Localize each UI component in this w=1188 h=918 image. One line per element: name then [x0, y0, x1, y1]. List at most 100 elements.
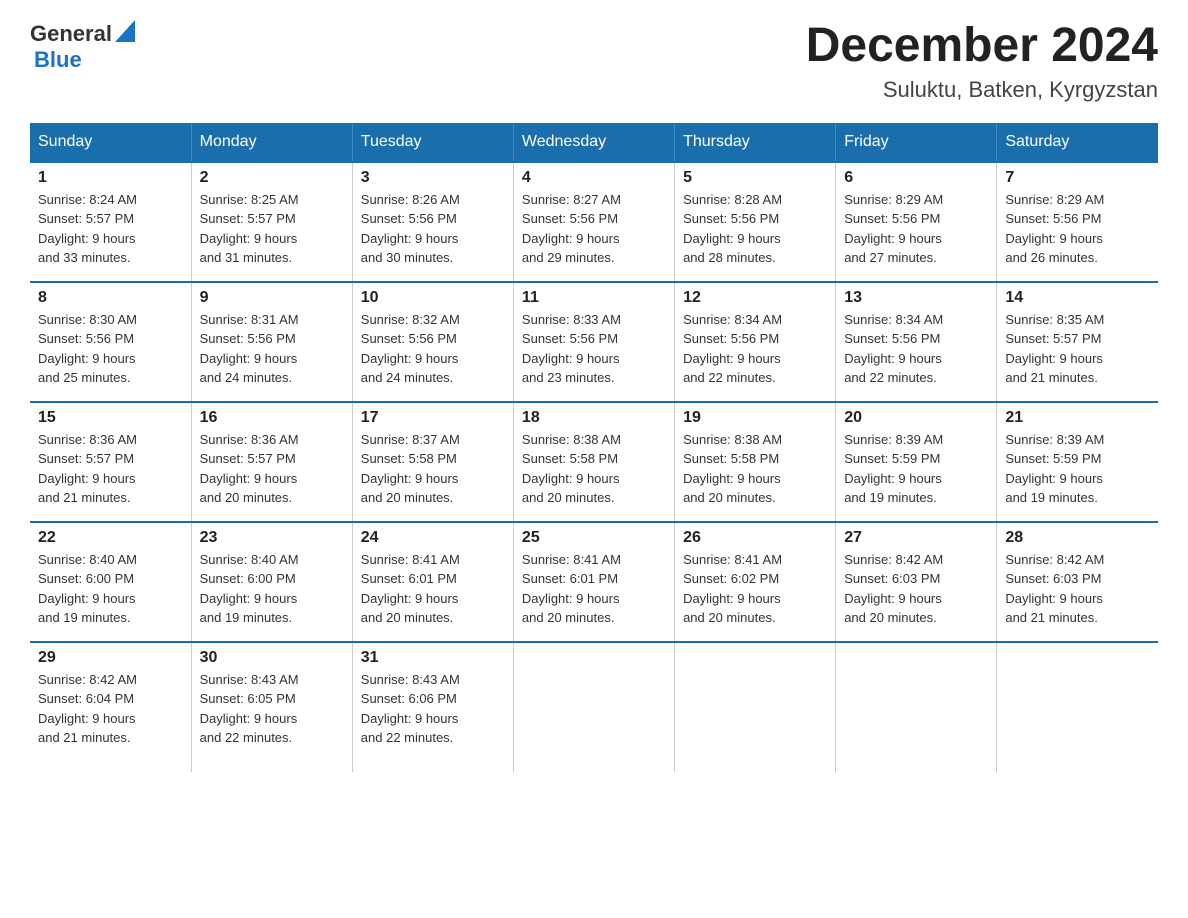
calendar-day-cell: 28 Sunrise: 8:42 AMSunset: 6:03 PMDayligh…	[997, 522, 1158, 642]
day-number: 2	[200, 169, 344, 187]
day-number: 29	[38, 649, 183, 667]
day-number: 12	[683, 289, 827, 307]
day-info: Sunrise: 8:43 AMSunset: 6:05 PMDaylight:…	[200, 670, 344, 748]
day-info: Sunrise: 8:31 AMSunset: 5:56 PMDaylight:…	[200, 310, 344, 388]
calendar-day-cell	[513, 642, 674, 772]
calendar-week-row: 29Sunrise: 8:42 AMSunset: 6:04 PMDayligh…	[30, 642, 1158, 772]
day-info: Sunrise: 8:33 AMSunset: 5:56 PMDaylight:…	[522, 310, 666, 388]
calendar-day-cell	[836, 642, 997, 772]
day-info: Sunrise: 8:36 AMSunset: 5:57 PMDaylight:…	[200, 430, 344, 508]
day-number: 10	[361, 289, 505, 307]
day-number: 13	[844, 289, 988, 307]
day-info: Sunrise: 8:41 AMSunset: 6:02 PMDaylight:…	[683, 550, 827, 628]
logo-general: General	[30, 21, 112, 47]
day-number: 30	[200, 649, 344, 667]
calendar-day-cell: 27Sunrise: 8:42 AMSunset: 6:03 PMDayligh…	[836, 522, 997, 642]
calendar-day-cell: 2Sunrise: 8:25 AMSunset: 5:57 PMDaylight…	[191, 162, 352, 282]
day-number: 16	[200, 409, 344, 427]
day-number: 25	[522, 529, 666, 547]
weekday-header-sunday: Sunday	[30, 123, 191, 162]
day-number: 4	[522, 169, 666, 187]
day-info: Sunrise: 8:41 AMSunset: 6:01 PMDaylight:…	[361, 550, 505, 628]
calendar-week-row: 8 Sunrise: 8:30 AMSunset: 5:56 PMDaylight…	[30, 282, 1158, 402]
calendar-day-cell: 21Sunrise: 8:39 AMSunset: 5:59 PMDayligh…	[997, 402, 1158, 522]
calendar-week-row: 22 Sunrise: 8:40 AMSunset: 6:00 PMDayligh…	[30, 522, 1158, 642]
day-number: 3	[361, 169, 505, 187]
calendar-table: SundayMondayTuesdayWednesdayThursdayFrid…	[30, 123, 1158, 772]
calendar-day-cell: 23 Sunrise: 8:40 AMSunset: 6:00 PMDayligh…	[191, 522, 352, 642]
calendar-day-cell	[675, 642, 836, 772]
day-number: 23	[200, 529, 344, 547]
calendar-day-cell: 8 Sunrise: 8:30 AMSunset: 5:56 PMDaylight…	[30, 282, 191, 402]
weekday-header-friday: Friday	[836, 123, 997, 162]
calendar-day-cell: 9 Sunrise: 8:31 AMSunset: 5:56 PMDaylight…	[191, 282, 352, 402]
day-number: 20	[844, 409, 988, 427]
calendar-day-cell: 1Sunrise: 8:24 AMSunset: 5:57 PMDaylight…	[30, 162, 191, 282]
weekday-header-thursday: Thursday	[675, 123, 836, 162]
calendar-day-cell: 7Sunrise: 8:29 AMSunset: 5:56 PMDaylight…	[997, 162, 1158, 282]
day-number: 24	[361, 529, 505, 547]
calendar-day-cell: 24 Sunrise: 8:41 AMSunset: 6:01 PMDayligh…	[352, 522, 513, 642]
calendar-day-cell: 30 Sunrise: 8:43 AMSunset: 6:05 PMDayligh…	[191, 642, 352, 772]
calendar-day-cell: 16 Sunrise: 8:36 AMSunset: 5:57 PMDayligh…	[191, 402, 352, 522]
day-info: Sunrise: 8:42 AMSunset: 6:03 PMDaylight:…	[1005, 550, 1150, 628]
day-info: Sunrise: 8:42 AMSunset: 6:03 PMDaylight:…	[844, 550, 988, 628]
day-number: 9	[200, 289, 344, 307]
weekday-header-monday: Monday	[191, 123, 352, 162]
calendar-day-cell: 6 Sunrise: 8:29 AMSunset: 5:56 PMDaylight…	[836, 162, 997, 282]
calendar-day-cell: 10 Sunrise: 8:32 AMSunset: 5:56 PMDayligh…	[352, 282, 513, 402]
calendar-day-cell: 12 Sunrise: 8:34 AMSunset: 5:56 PMDayligh…	[675, 282, 836, 402]
calendar-week-row: 1Sunrise: 8:24 AMSunset: 5:57 PMDaylight…	[30, 162, 1158, 282]
day-info: Sunrise: 8:27 AMSunset: 5:56 PMDaylight:…	[522, 190, 666, 268]
calendar-header-row: SundayMondayTuesdayWednesdayThursdayFrid…	[30, 123, 1158, 162]
day-number: 22	[38, 529, 183, 547]
calendar-day-cell: 5Sunrise: 8:28 AMSunset: 5:56 PMDaylight…	[675, 162, 836, 282]
calendar-day-cell: 31Sunrise: 8:43 AMSunset: 6:06 PMDayligh…	[352, 642, 513, 772]
day-info: Sunrise: 8:38 AMSunset: 5:58 PMDaylight:…	[522, 430, 666, 508]
day-info: Sunrise: 8:40 AMSunset: 6:00 PMDaylight:…	[38, 550, 183, 628]
calendar-day-cell: 13 Sunrise: 8:34 AMSunset: 5:56 PMDayligh…	[836, 282, 997, 402]
logo: General Blue	[30, 20, 135, 73]
day-info: Sunrise: 8:29 AMSunset: 5:56 PMDaylight:…	[844, 190, 988, 268]
logo-blue: Blue	[34, 47, 82, 72]
day-info: Sunrise: 8:39 AMSunset: 5:59 PMDaylight:…	[1005, 430, 1150, 508]
calendar-day-cell: 11 Sunrise: 8:33 AMSunset: 5:56 PMDayligh…	[513, 282, 674, 402]
day-number: 15	[38, 409, 183, 427]
day-info: Sunrise: 8:26 AMSunset: 5:56 PMDaylight:…	[361, 190, 505, 268]
calendar-day-cell: 4 Sunrise: 8:27 AMSunset: 5:56 PMDaylight…	[513, 162, 674, 282]
calendar-day-cell: 22 Sunrise: 8:40 AMSunset: 6:00 PMDayligh…	[30, 522, 191, 642]
day-number: 8	[38, 289, 183, 307]
location: Suluktu, Batken, Kyrgyzstan	[806, 77, 1158, 103]
day-info: Sunrise: 8:35 AMSunset: 5:57 PMDaylight:…	[1005, 310, 1150, 388]
calendar-day-cell	[997, 642, 1158, 772]
calendar-day-cell: 19Sunrise: 8:38 AMSunset: 5:58 PMDayligh…	[675, 402, 836, 522]
day-number: 6	[844, 169, 988, 187]
day-number: 11	[522, 289, 666, 307]
day-info: Sunrise: 8:39 AMSunset: 5:59 PMDaylight:…	[844, 430, 988, 508]
page-header: General Blue December 2024 Suluktu, Batk…	[30, 20, 1158, 103]
day-number: 26	[683, 529, 827, 547]
day-number: 14	[1005, 289, 1150, 307]
day-number: 1	[38, 169, 183, 187]
logo-triangle-icon	[115, 20, 135, 42]
month-title: December 2024	[806, 20, 1158, 73]
calendar-day-cell: 17 Sunrise: 8:37 AMSunset: 5:58 PMDayligh…	[352, 402, 513, 522]
day-info: Sunrise: 8:37 AMSunset: 5:58 PMDaylight:…	[361, 430, 505, 508]
day-info: Sunrise: 8:34 AMSunset: 5:56 PMDaylight:…	[844, 310, 988, 388]
day-number: 19	[683, 409, 827, 427]
day-info: Sunrise: 8:30 AMSunset: 5:56 PMDaylight:…	[38, 310, 183, 388]
day-number: 7	[1005, 169, 1150, 187]
day-info: Sunrise: 8:32 AMSunset: 5:56 PMDaylight:…	[361, 310, 505, 388]
day-info: Sunrise: 8:34 AMSunset: 5:56 PMDaylight:…	[683, 310, 827, 388]
day-number: 18	[522, 409, 666, 427]
title-block: December 2024 Suluktu, Batken, Kyrgyzsta…	[806, 20, 1158, 103]
day-info: Sunrise: 8:40 AMSunset: 6:00 PMDaylight:…	[200, 550, 344, 628]
day-number: 28	[1005, 529, 1150, 547]
calendar-day-cell: 26 Sunrise: 8:41 AMSunset: 6:02 PMDayligh…	[675, 522, 836, 642]
day-info: Sunrise: 8:36 AMSunset: 5:57 PMDaylight:…	[38, 430, 183, 508]
calendar-day-cell: 15 Sunrise: 8:36 AMSunset: 5:57 PMDayligh…	[30, 402, 191, 522]
day-number: 17	[361, 409, 505, 427]
weekday-header-wednesday: Wednesday	[513, 123, 674, 162]
weekday-header-saturday: Saturday	[997, 123, 1158, 162]
day-number: 31	[361, 649, 505, 667]
